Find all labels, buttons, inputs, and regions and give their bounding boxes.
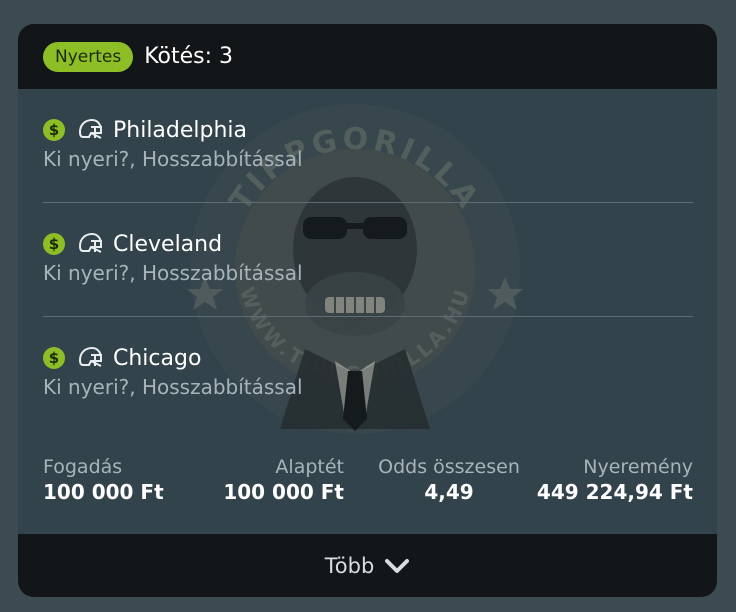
bet-summary: Fogadás 100 000 Ft Alaptét 100 000 Ft Od… bbox=[43, 455, 693, 511]
football-helmet-icon bbox=[77, 232, 103, 256]
more-label: Több bbox=[324, 553, 375, 578]
odds-value: 4,49 bbox=[424, 480, 474, 504]
dollar-icon: $ bbox=[43, 233, 65, 255]
bet-item: $ Cleveland Ki nyeri?, Hosszabbítással bbox=[43, 229, 693, 285]
market-name: Ki nyeri?, Hosszabbítással bbox=[43, 375, 303, 399]
odds-stat: Odds összesen 4,49 bbox=[371, 455, 527, 505]
dollar-icon: $ bbox=[43, 119, 65, 141]
divider bbox=[43, 316, 693, 317]
card-title: Kötés: 3 bbox=[144, 44, 234, 69]
bet-item: $ Chicago Ki nyeri?, Hosszabbítással bbox=[43, 343, 693, 399]
market-name: Ki nyeri?, Hosszabbítással bbox=[43, 261, 303, 285]
bet-item: $ Philadelphia Ki nyeri?, Hosszabbítássa… bbox=[43, 115, 693, 171]
win-label: Nyeremény bbox=[583, 456, 693, 478]
status-badge: Nyertes bbox=[43, 41, 134, 72]
team-name: Cleveland bbox=[113, 231, 223, 257]
team-name: Philadelphia bbox=[113, 117, 248, 143]
divider bbox=[43, 202, 693, 203]
football-helmet-icon bbox=[77, 346, 103, 370]
stake-label: Fogadás bbox=[43, 456, 123, 478]
stake-stat: Fogadás 100 000 Ft bbox=[43, 455, 164, 505]
card-header: Nyertes Kötés: 3 bbox=[18, 24, 717, 89]
more-button[interactable]: Több bbox=[18, 534, 717, 597]
odds-label: Odds összesen bbox=[378, 456, 520, 478]
chevron-down-icon bbox=[384, 557, 410, 575]
market-name: Ki nyeri?, Hosszabbítással bbox=[43, 147, 303, 171]
dollar-icon: $ bbox=[43, 347, 65, 369]
card-body: TIPPGORILLA WWW.TIPPGORILLA.HU $ Philade… bbox=[18, 89, 717, 534]
team-name: Chicago bbox=[113, 345, 202, 371]
win-stat: Nyeremény 449 224,94 Ft bbox=[537, 455, 693, 505]
bet-slip-card: Nyertes Kötés: 3 TIPPGORILLA WWW.TIPPGOR… bbox=[18, 24, 717, 597]
base-label: Alaptét bbox=[275, 456, 344, 478]
base-value: 100 000 Ft bbox=[223, 480, 344, 504]
football-helmet-icon bbox=[77, 118, 103, 142]
stake-value: 100 000 Ft bbox=[43, 480, 164, 504]
base-stat: Alaptét 100 000 Ft bbox=[223, 455, 344, 505]
win-value: 449 224,94 Ft bbox=[536, 480, 693, 504]
